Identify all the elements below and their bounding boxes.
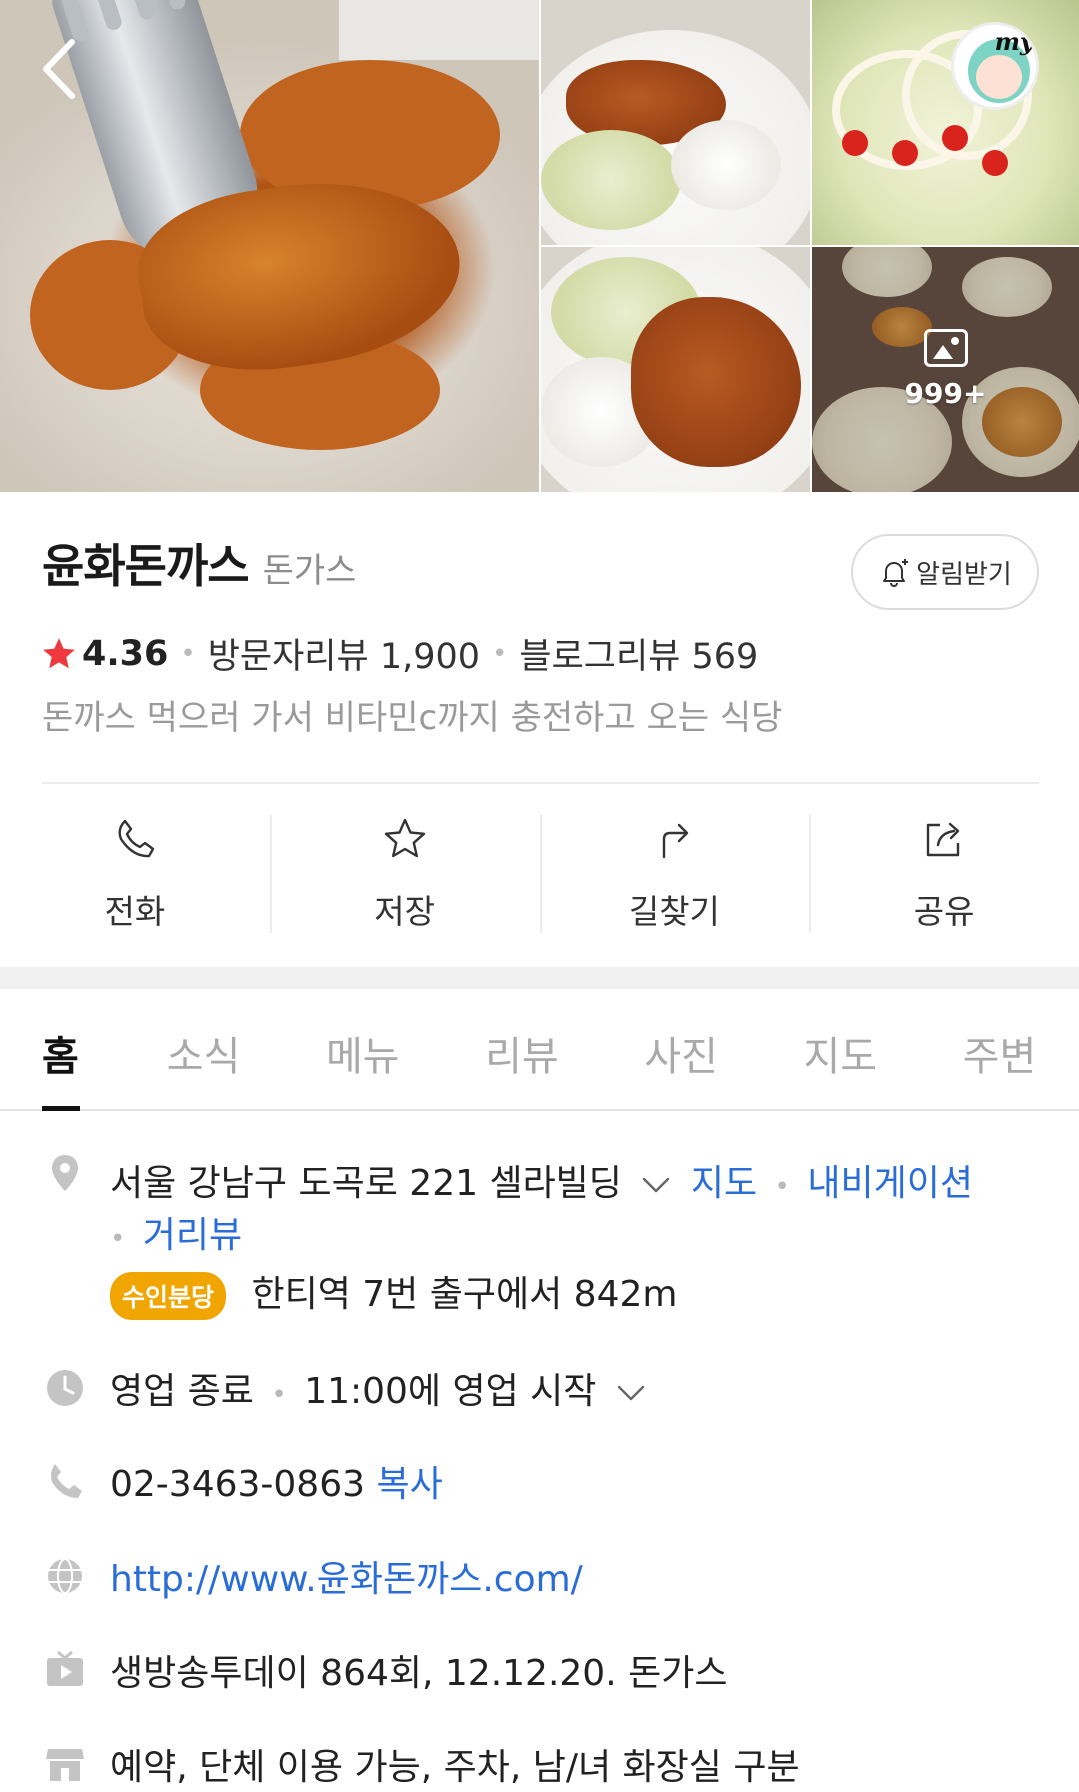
address-text[interactable]: 서울 강남구 도곡로 221 셀라빌딩	[110, 1163, 622, 1204]
subway-distance: 한티역 7번 출구에서 842m	[251, 1274, 678, 1315]
store-icon	[46, 1749, 84, 1781]
hours-row[interactable]: 영업 종료 • 11:00에 영업 시작	[0, 1362, 1079, 1422]
website-link[interactable]: http://www.윤화돈까스.com/	[110, 1559, 583, 1600]
facilities-text: 예약, 단체 이용 가능, 주차, 남/녀 화장실 구분	[110, 1747, 800, 1788]
bell-plus-icon	[883, 559, 909, 587]
photo-gallery[interactable]: 999+ my	[0, 0, 1079, 492]
photo-thumb-1[interactable]	[541, 0, 810, 245]
tab-home[interactable]: 홈	[0, 989, 124, 1111]
call-label: 전화	[104, 892, 166, 931]
directions-button[interactable]: 길찾기	[539, 815, 810, 940]
globe-icon	[48, 1558, 82, 1594]
tab-nearby[interactable]: 주변	[920, 989, 1079, 1109]
tab-news[interactable]: 소식	[124, 989, 283, 1109]
share-icon	[926, 822, 960, 857]
tab-photo[interactable]: 사진	[602, 989, 761, 1109]
photo-thumb-2[interactable]	[812, 0, 1079, 245]
phone-number[interactable]: 02-3463-0863	[110, 1464, 365, 1505]
call-button[interactable]: 전화	[0, 815, 270, 940]
copy-phone-button[interactable]: 복사	[376, 1464, 442, 1505]
streetview-link[interactable]: 거리뷰	[143, 1215, 242, 1256]
chevron-down-icon[interactable]	[616, 1383, 646, 1403]
hours-detail: 11:00에 영업 시작	[304, 1371, 597, 1412]
section-gap	[0, 967, 1079, 989]
my-label: my	[994, 27, 1034, 56]
navigation-link[interactable]: 내비게이션	[807, 1163, 973, 1204]
phone-row: 02-3463-0863 복사	[0, 1455, 1079, 1515]
place-name: 윤화돈까스	[42, 539, 250, 593]
location-pin-icon	[52, 1155, 78, 1191]
save-label: 저장	[374, 892, 435, 931]
place-category: 돈가스	[262, 551, 357, 591]
place-title-row: 윤화돈까스 돈가스	[42, 530, 356, 596]
rating-value: 4.36	[82, 633, 169, 674]
tv-row: 생방송투데이 864회, 12.12.20. 돈가스	[0, 1644, 1079, 1704]
tab-menu[interactable]: 메뉴	[283, 989, 442, 1109]
save-button[interactable]: 저장	[269, 815, 540, 940]
map-link[interactable]: 지도	[691, 1163, 757, 1204]
subway-line-badge: 수인분당	[110, 1272, 227, 1320]
directions-label: 길찾기	[628, 892, 720, 931]
clock-icon	[47, 1370, 83, 1406]
notify-button[interactable]: 알림받기	[851, 534, 1039, 610]
chevron-left-icon	[43, 39, 75, 99]
notify-label: 알림받기	[916, 559, 1012, 590]
star-rating-icon	[43, 637, 75, 668]
chevron-down-icon[interactable]	[641, 1175, 671, 1195]
place-tagline: 돈까스 먹으러 가서 비타민c까지 충전하고 오는 식당	[42, 698, 783, 738]
tv-info: 생방송투데이 864회, 12.12.20. 돈가스	[110, 1653, 728, 1694]
subway-row: 수인분당 한티역 7번 출구에서 842m	[0, 1265, 1079, 1325]
more-photos-overlay[interactable]: 999+	[812, 247, 1079, 492]
visitor-reviews-link[interactable]: 방문자리뷰 1,900	[208, 628, 480, 679]
divider	[42, 782, 1039, 784]
tab-review[interactable]: 리뷰	[442, 989, 601, 1109]
tab-map[interactable]: 지도	[761, 989, 920, 1109]
hours-status: 영업 종료	[110, 1371, 254, 1412]
blog-reviews-link[interactable]: 블로그리뷰 569	[519, 628, 758, 679]
tv-icon	[47, 1650, 83, 1686]
photo-thumb-3[interactable]	[541, 247, 810, 492]
facilities-row: 예약, 단체 이용 가능, 주차, 남/녀 화장실 구분	[0, 1738, 1079, 1792]
phone-icon	[118, 819, 155, 858]
star-icon	[384, 818, 425, 858]
my-profile-avatar[interactable]: my	[951, 22, 1039, 110]
image-icon	[923, 329, 968, 367]
website-row: http://www.윤화돈까스.com/	[0, 1550, 1079, 1610]
tab-bar: 홈 소식 메뉴 리뷰 사진 지도 주변	[0, 989, 1079, 1111]
photo-thumb-4[interactable]: 999+	[812, 247, 1079, 492]
phone-icon	[51, 1464, 82, 1498]
photo-count: 999+	[904, 377, 987, 410]
share-label: 공유	[913, 892, 975, 931]
directions-icon	[663, 823, 689, 859]
rating-row: 4.36 • 방문자리뷰 1,900 • 블로그리뷰 569	[40, 628, 758, 679]
share-button[interactable]: 공유	[809, 815, 1079, 940]
back-button[interactable]	[36, 36, 86, 102]
action-bar: 전화 저장 길찾기 공유	[0, 815, 1079, 940]
